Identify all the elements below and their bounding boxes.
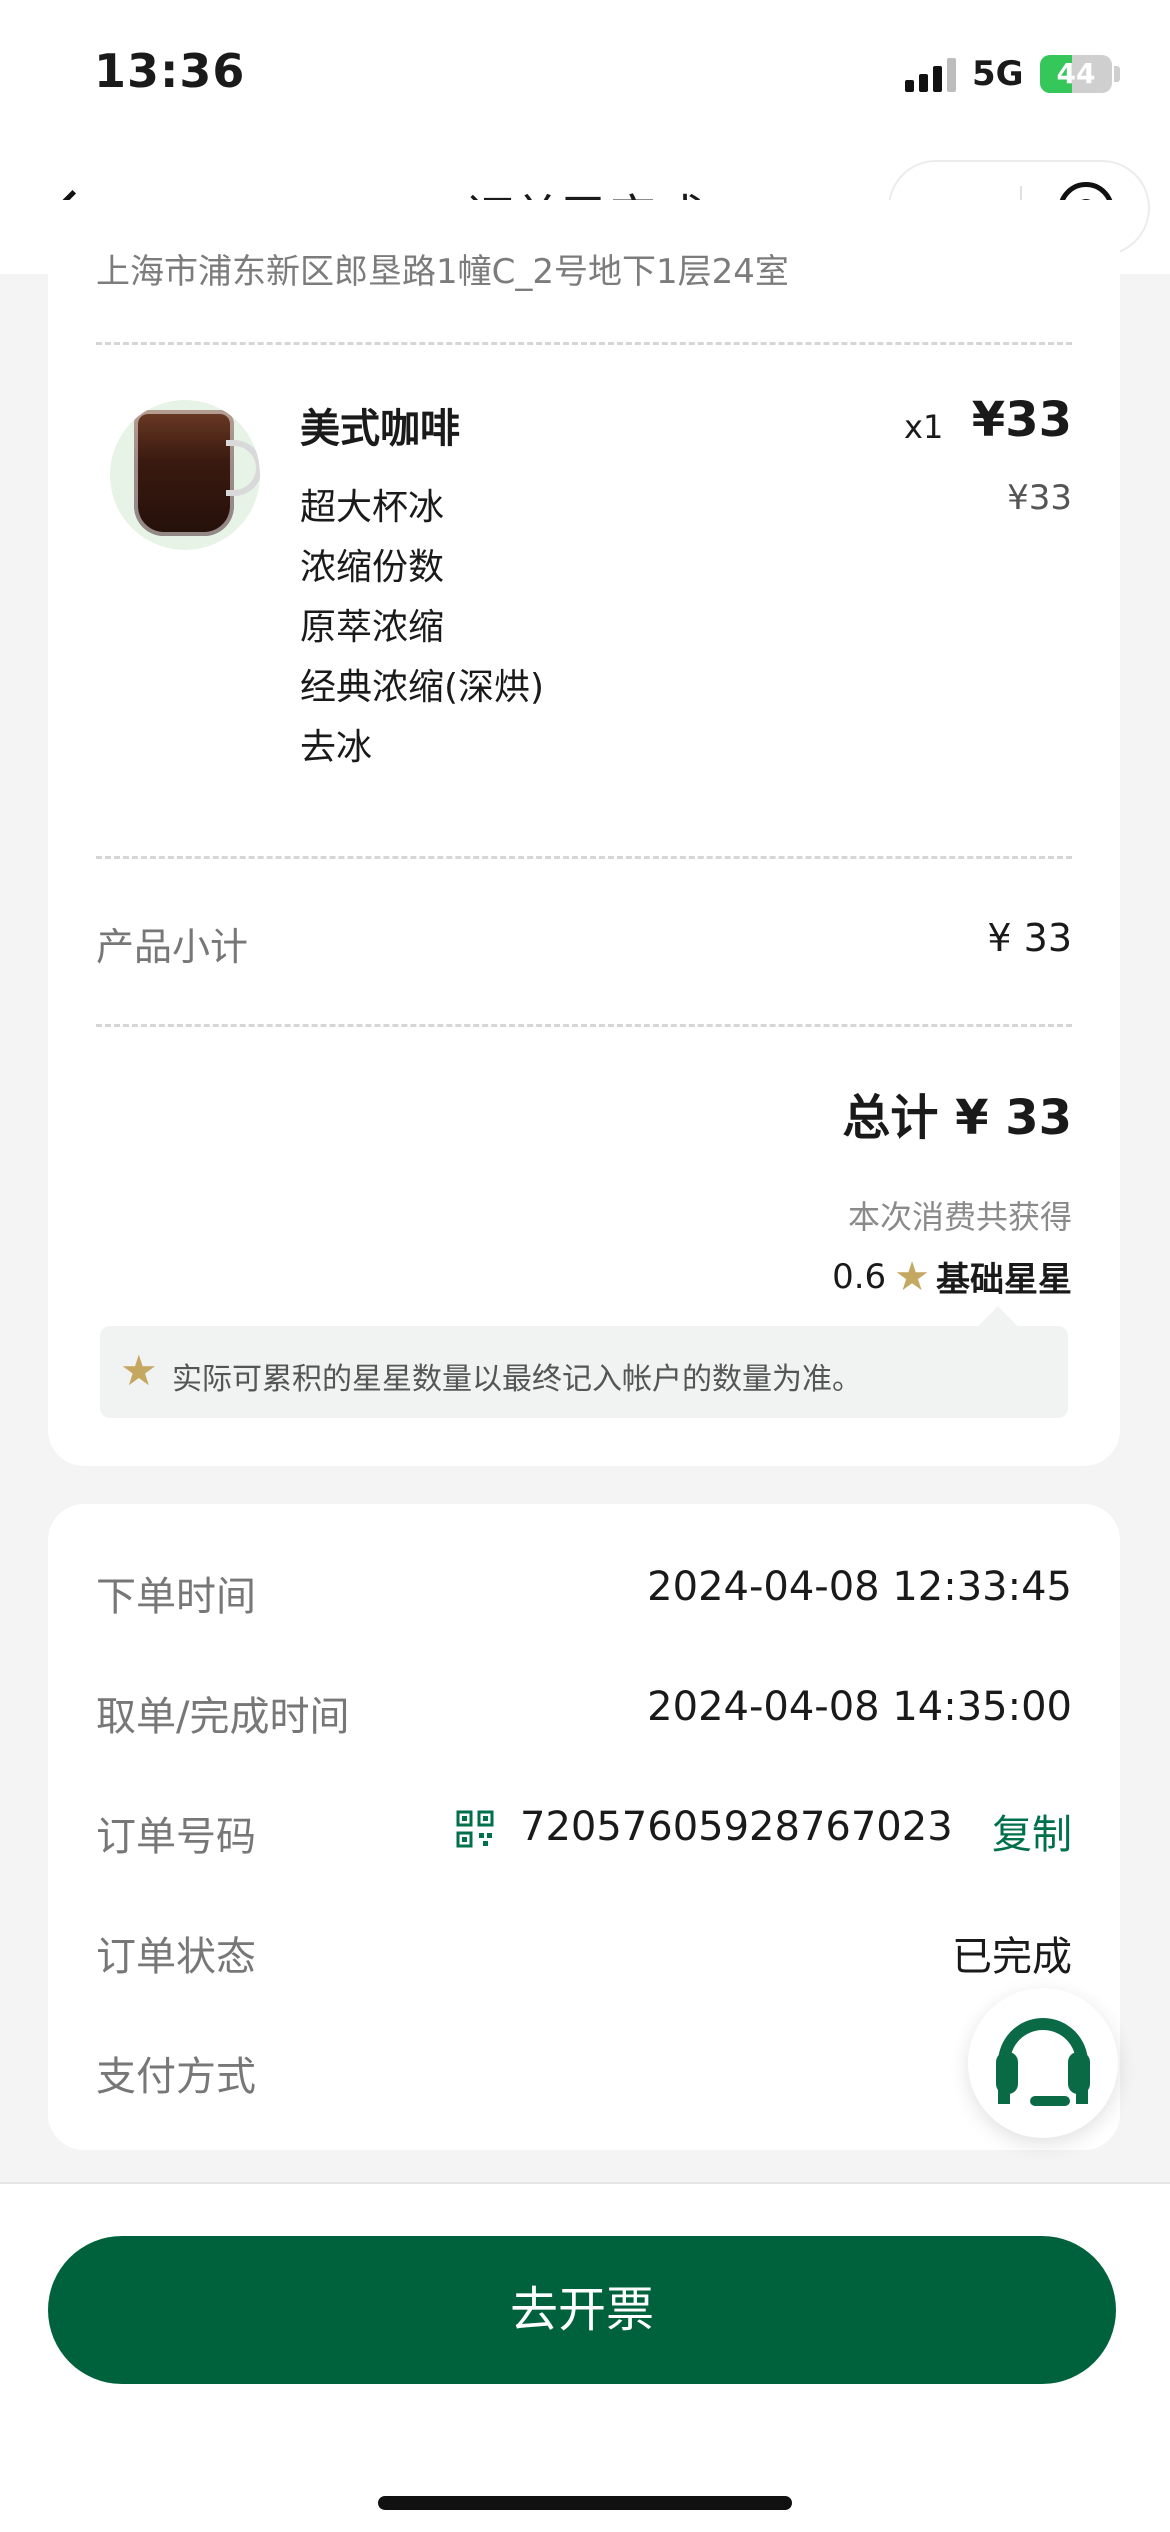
order-total: 总计 ¥ 33 [842, 1090, 1072, 1146]
battery-level: 44 [1056, 57, 1096, 90]
order-card: 上海市浦东新区郎垦路1幢C_2号地下1层24室 美式咖啡 x1 ¥33 ¥33 … [48, 200, 1120, 1466]
divider [96, 1024, 1072, 1027]
battery-icon: 44 [1040, 55, 1112, 93]
order-number: 72057605928767023 [520, 1804, 953, 1850]
star-icon: ★ [120, 1346, 158, 1395]
order-info-card: 下单时间 2024-04-08 12:33:45 取单/完成时间 2024-04… [48, 1504, 1120, 2150]
subtotal-label: 产品小计 [96, 925, 249, 969]
earn-label: 基础星星 [936, 1260, 1072, 1300]
copy-button[interactable]: 复制 [992, 1802, 1072, 1860]
order-no-label: 订单号码 [96, 1814, 256, 1860]
product-option: 原萃浓缩 [300, 607, 445, 648]
product-option: 经典浓缩(深烘) [300, 667, 545, 708]
store-address: 上海市浦东新区郎垦路1幢C_2号地下1层24室 [96, 252, 789, 292]
pickup-time-label: 取单/完成时间 [96, 1694, 350, 1740]
earn-hint: 本次消费共获得 [847, 1198, 1072, 1236]
product-unit-price: ¥33 [1007, 478, 1072, 518]
product-option: 浓缩份数 [300, 547, 445, 588]
pickup-time-value: 2024-04-08 14:35:00 [647, 1684, 1072, 1730]
star-icon: ★ [894, 1253, 930, 1300]
signal-icon [905, 58, 957, 92]
status-time: 13:36 [94, 44, 246, 98]
divider [96, 342, 1072, 345]
earn-amount: 0.6 [832, 1256, 887, 1297]
product-price: ¥33 [971, 392, 1072, 448]
product-option: 去冰 [300, 727, 373, 768]
payment-label: 支付方式 [96, 2054, 256, 2100]
qr-code-icon[interactable] [456, 1810, 494, 1848]
divider [96, 856, 1072, 859]
customer-service-button[interactable] [968, 1988, 1118, 2138]
status-bar: 13:36 5G 44 [0, 0, 1170, 150]
order-time-value: 2024-04-08 12:33:45 [647, 1564, 1072, 1610]
product-option: 超大杯冰 [300, 487, 445, 528]
stars-note-text: 实际可累积的星星数量以最终记入帐户的数量为准。 [172, 1362, 862, 1397]
status-value: 已完成 [952, 1934, 1072, 1980]
earn-stars: 0.6 ★ 基础星星 [832, 1252, 1072, 1301]
stars-note: ★ 实际可累积的星星数量以最终记入帐户的数量为准。 [100, 1326, 1068, 1418]
network-label: 5G [972, 54, 1024, 94]
subtotal-value: ¥ 33 [987, 916, 1072, 960]
product-name: 美式咖啡 [300, 406, 460, 452]
battery-tip [1114, 66, 1120, 82]
bottom-bar: 去开票 [0, 2182, 1170, 2532]
invoice-button[interactable]: 去开票 [48, 2236, 1116, 2384]
product-image [110, 400, 260, 550]
status-label: 订单状态 [96, 1934, 256, 1980]
order-time-label: 下单时间 [96, 1574, 256, 1620]
home-indicator[interactable] [378, 2496, 792, 2510]
product-qty: x1 [904, 408, 944, 446]
